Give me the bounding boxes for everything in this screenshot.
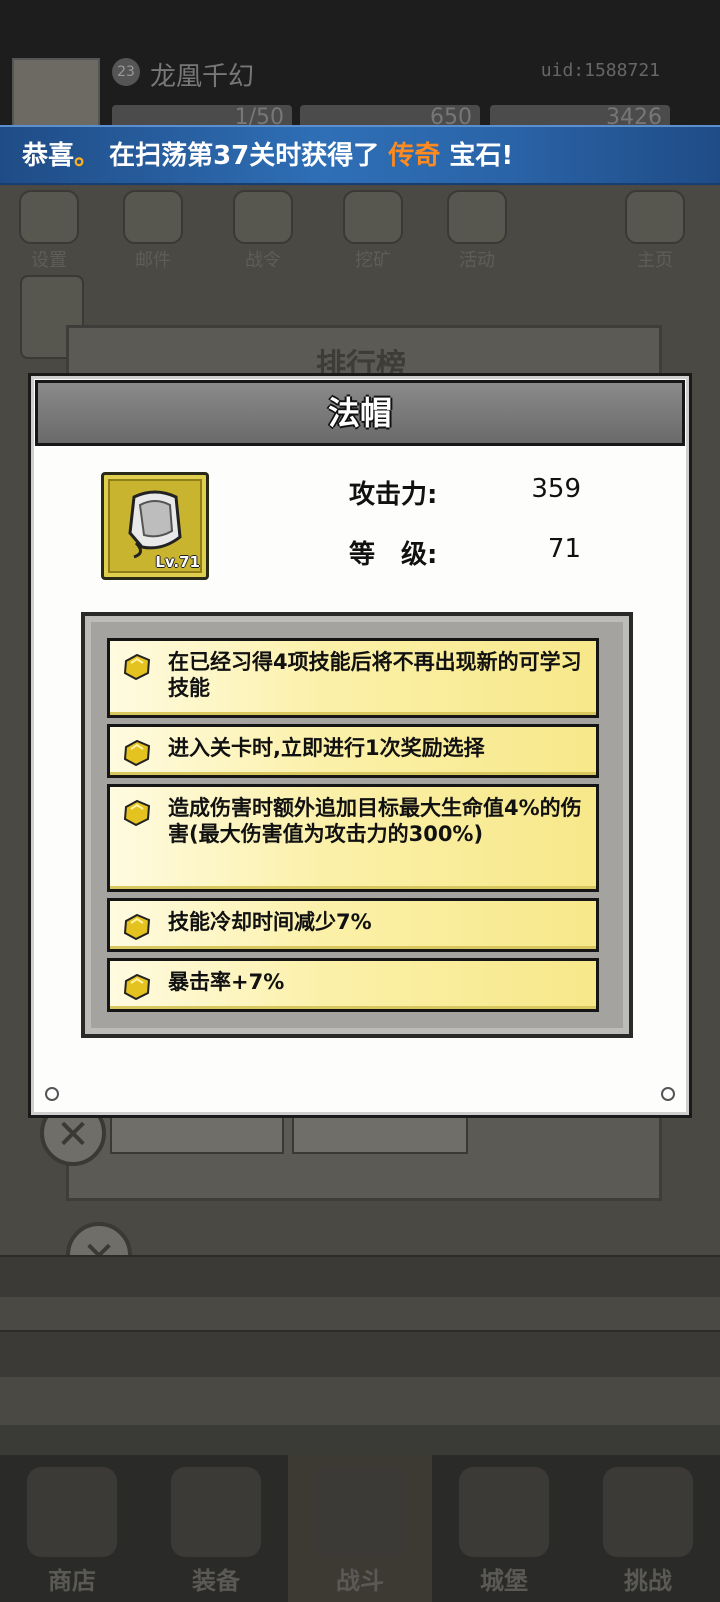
- battle-pass-label: 战令: [245, 250, 281, 271]
- castle-icon: [459, 1467, 549, 1557]
- home-icon: [625, 190, 685, 244]
- tab-battle[interactable]: 战斗: [288, 1455, 432, 1602]
- gem-icon: [123, 799, 151, 827]
- tab-castle-label: 城堡: [480, 1567, 528, 1595]
- shop-icon: [27, 1467, 117, 1557]
- corner-rivet: [661, 1087, 675, 1101]
- mail-label: 邮件: [135, 250, 171, 271]
- gem-icon: [123, 973, 151, 1001]
- battle-pass-icon: [233, 190, 293, 244]
- laurel-icon: [447, 190, 507, 244]
- armor-icon: [171, 1467, 261, 1557]
- reward-notification-banner: 恭喜。 在扫荡第37关时获得了 传奇 宝石!: [0, 125, 720, 185]
- wood-plank: [0, 1330, 720, 1377]
- gem-icon: [123, 913, 151, 941]
- skill-item: 进入关卡时,立即进行1次奖励选择: [107, 724, 599, 778]
- mail-icon: [123, 190, 183, 244]
- skill-item: 暴击率+7%: [107, 958, 599, 1012]
- tab-challenge[interactable]: 挑战: [576, 1455, 720, 1602]
- wood-plank: [0, 1255, 720, 1297]
- skill-text: 进入关卡时,立即进行1次奖励选择: [168, 736, 485, 760]
- skill-text: 暴击率+7%: [168, 970, 285, 994]
- crossed-swords-icon: [315, 1467, 405, 1557]
- gem-icon: [123, 653, 151, 681]
- skill-text: 造成伤害时额外追加目标最大生命值4%的伤害(最大伤害值为攻击力的300%): [168, 796, 582, 846]
- home-button[interactable]: 主页: [620, 190, 690, 272]
- banner-dot: 。: [74, 141, 101, 171]
- mining-icon: [343, 190, 403, 244]
- player-level-badge: 23: [112, 58, 140, 86]
- banner-prefix: 恭喜: [22, 141, 75, 171]
- challenge-icon: [603, 1467, 693, 1557]
- attack-label: 攻击力:: [349, 480, 438, 510]
- skill-item: 技能冷却时间减少7%: [107, 898, 599, 952]
- skill-text: 技能冷却时间减少7%: [168, 910, 372, 934]
- tab-equipment-label: 装备: [192, 1567, 240, 1595]
- player-uid: uid:1588721: [540, 60, 660, 81]
- item-level-badge: Lv.71: [155, 553, 200, 571]
- banner-middle: 在扫荡第37关时获得了: [109, 141, 380, 171]
- tab-battle-label: 战斗: [336, 1567, 384, 1595]
- mining-label: 挖矿: [355, 250, 391, 271]
- mining-button[interactable]: 挖矿: [338, 190, 408, 272]
- bottom-nav: 商店 装备 战斗 城堡 挑战: [0, 1455, 720, 1602]
- events-label: 活动: [459, 250, 495, 271]
- settings-button[interactable]: 设置: [14, 190, 84, 272]
- item-detail-modal[interactable]: 法帽 Lv.71 攻击力: 359 等 级: 71 在已经习得4项技能后将不再出…: [28, 373, 692, 1118]
- banner-suffix: 宝石!: [449, 141, 514, 171]
- gear-icon: [19, 190, 79, 244]
- skill-item: 在已经习得4项技能后将不再出现新的可学习技能: [107, 638, 599, 718]
- mail-button[interactable]: 邮件: [118, 190, 188, 272]
- item-icon-frame: Lv.71: [101, 472, 209, 580]
- events-button[interactable]: 活动: [442, 190, 512, 272]
- level-label: 等 级:: [349, 540, 438, 570]
- gem-icon: [123, 739, 151, 767]
- settings-label: 设置: [31, 250, 67, 271]
- hat-icon: [128, 490, 182, 559]
- item-title: 法帽: [35, 380, 685, 446]
- corner-rivet: [45, 1087, 59, 1101]
- tab-equipment[interactable]: 装备: [144, 1455, 288, 1602]
- tab-shop-label: 商店: [48, 1567, 96, 1595]
- skill-item: 造成伤害时额外追加目标最大生命值4%的伤害(最大伤害值为攻击力的300%): [107, 784, 599, 892]
- skill-text: 在已经习得4项技能后将不再出现新的可学习技能: [168, 650, 582, 700]
- player-name: 龙凰千幻: [150, 62, 255, 92]
- level-value: 71: [547, 534, 581, 564]
- skills-panel: 在已经习得4项技能后将不再出现新的可学习技能 进入关卡时,立即进行1次奖励选择 …: [81, 612, 633, 1038]
- tab-shop[interactable]: 商店: [0, 1455, 144, 1602]
- home-label: 主页: [637, 250, 673, 271]
- tab-castle[interactable]: 城堡: [432, 1455, 576, 1602]
- battle-pass-button[interactable]: 战令: [228, 190, 298, 272]
- tab-challenge-label: 挑战: [624, 1567, 672, 1595]
- avatar[interactable]: [12, 58, 100, 132]
- attack-value: 359: [531, 474, 581, 504]
- banner-rarity: 传奇: [388, 141, 441, 171]
